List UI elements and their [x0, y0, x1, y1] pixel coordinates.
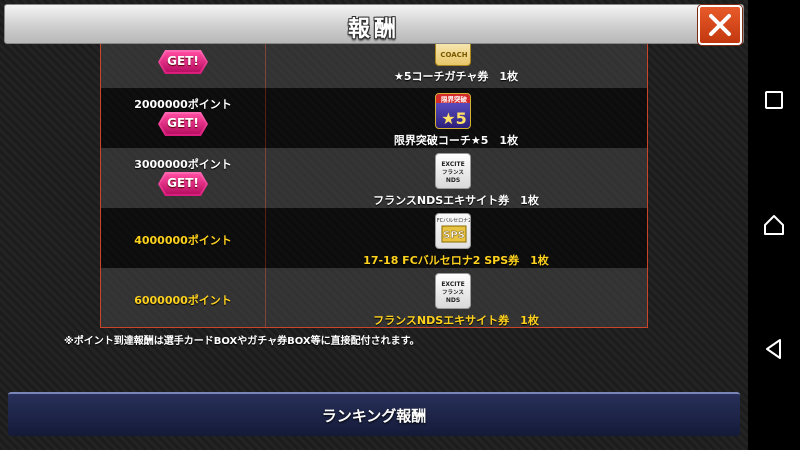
reward-item-name: 17-18 FCバルセロナ2 SPS券 1枚 [363, 254, 549, 267]
ranking-rewards-button[interactable]: ランキング報酬 [8, 392, 740, 436]
svg-text:★5: ★5 [447, 44, 461, 47]
get-button[interactable]: GET! [158, 50, 208, 74]
reward-points: 6000000ポイント [134, 294, 232, 307]
svg-text:COACH: COACH [440, 51, 467, 59]
svg-text:★5: ★5 [441, 109, 466, 128]
barcelona-sps-ticket-icon: FCバルセロナ2 SPS [435, 213, 471, 249]
get-button[interactable]: GET! [158, 172, 208, 196]
svg-text:NDS: NDS [446, 297, 460, 304]
close-button[interactable] [698, 5, 742, 45]
excite-ticket-icon: EXCITE フランス NDS [435, 153, 471, 189]
coach-ticket-icon: ★5 COACH [435, 44, 471, 66]
svg-text:FCバルセロナ2: FCバルセロナ2 [437, 218, 471, 224]
get-button[interactable]: GET! [158, 112, 208, 136]
recents-button[interactable] [758, 84, 790, 116]
reward-row: 6000000ポイント EXCITE フランス NDS フランスNDSエキサイト券 … [101, 268, 647, 327]
home-button[interactable] [758, 209, 790, 241]
reward-row: GET! ★5 COACH ★5コーチガチャ券 1枚 [101, 44, 647, 88]
reward-points: 4000000ポイント [134, 234, 232, 247]
ranking-rewards-label: ランキング報酬 [321, 406, 427, 425]
excite-ticket-icon: EXCITE フランス NDS [435, 273, 471, 309]
reward-row: 3000000ポイント GET! EXCITE フランス NDS フランスNDSエキ… [101, 148, 647, 208]
svg-text:限界突破: 限界突破 [441, 95, 468, 104]
reward-row: 4000000ポイント FCバルセロナ2 SPS 17-18 FCバルセロナ2 S… [101, 208, 647, 268]
svg-text:EXCITE: EXCITE [441, 281, 464, 288]
page-title: 報酬 [347, 17, 400, 42]
back-triangle-icon [766, 339, 781, 359]
title-bar: 報酬 [4, 4, 744, 44]
game-screen: 報酬 GET! ★5 COACH ★5コーチガチャ券 1枚 2000000ポイント… [0, 0, 748, 450]
svg-text:NDS: NDS [446, 177, 460, 184]
rewards-table[interactable]: GET! ★5 COACH ★5コーチガチャ券 1枚 2000000ポイント GE… [100, 44, 648, 328]
close-icon [709, 14, 731, 36]
reward-item-name: ★5コーチガチャ券 1枚 [393, 70, 519, 83]
back-button[interactable] [758, 333, 790, 365]
limit-break-coach-icon: 限界突破 ★5 [435, 93, 471, 129]
reward-item-name: 限界突破コーチ★5 1枚 [393, 134, 519, 147]
reward-item-name: フランスNDSエキサイト券 1枚 [373, 314, 539, 327]
reward-points: 3000000ポイント [134, 158, 232, 171]
delivery-note: ※ポイント到達報酬は選手カードBOXやガチャ券BOX等に直接配付されます。 [64, 336, 420, 347]
home-icon [764, 215, 784, 235]
svg-text:フランス: フランス [442, 289, 464, 296]
svg-text:EXCITE: EXCITE [441, 161, 464, 168]
reward-row: 2000000ポイント GET! 限界突破 ★5 限界突破コーチ★5 1枚 [101, 88, 647, 148]
square-icon [765, 91, 783, 109]
svg-text:フランス: フランス [442, 169, 464, 176]
android-nav-bar [748, 0, 800, 450]
reward-item-name: フランスNDSエキサイト券 1枚 [373, 194, 539, 207]
reward-points: 2000000ポイント [134, 98, 232, 111]
svg-text:SPS: SPS [443, 230, 465, 241]
